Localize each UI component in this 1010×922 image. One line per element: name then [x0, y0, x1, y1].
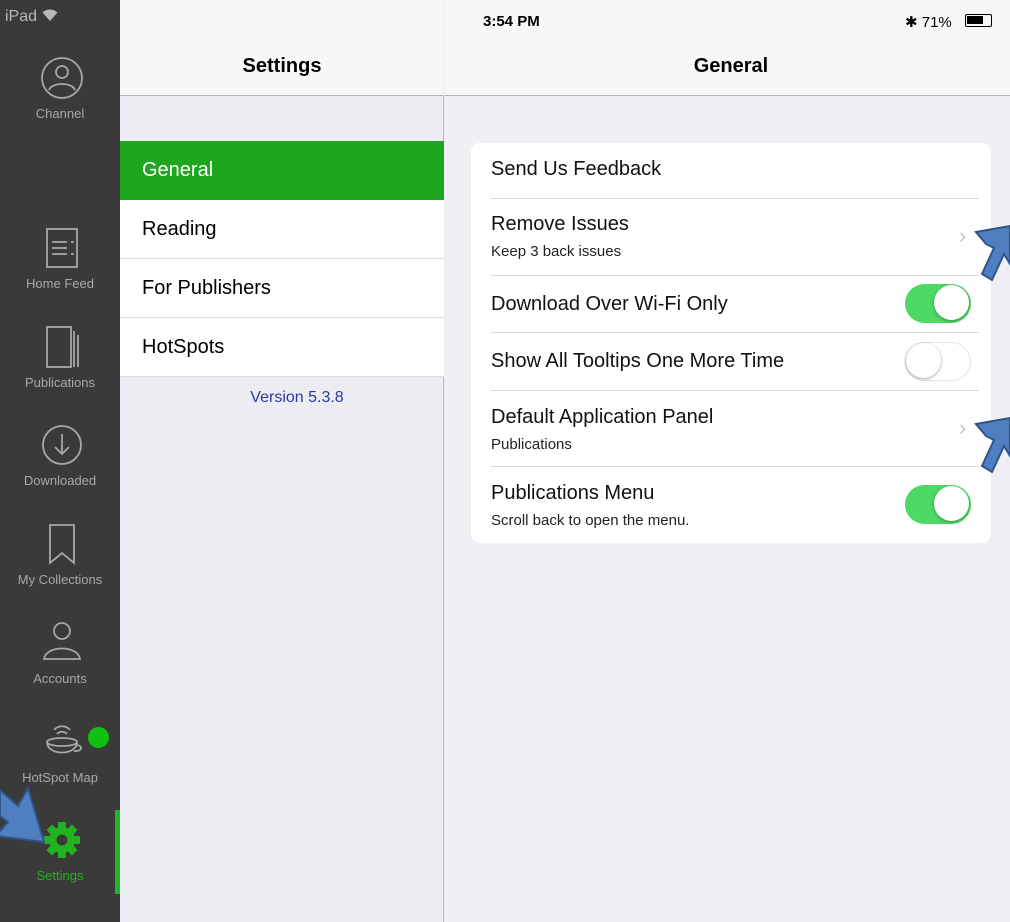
rail-label-downloaded: Downloaded [23, 473, 97, 488]
rail-item-publications[interactable]: Publications [0, 325, 120, 423]
rail-item-downloaded[interactable]: Downloaded [0, 423, 120, 521]
publications-icon [46, 326, 79, 368]
row-subtitle: Keep 3 back issues [491, 243, 622, 260]
rail-item-channel[interactable]: Channel [0, 56, 120, 154]
status-bar: iPad 3:54 PM ✱ 71% [0, 0, 1010, 36]
settings-menu: General Reading For Publishers HotSpots [120, 141, 444, 377]
toggle-knob [906, 343, 941, 378]
tooltips-toggle[interactable] [905, 342, 971, 381]
person-circle-icon [41, 57, 83, 99]
rail-label-publications: Publications [24, 375, 96, 390]
rail-label-channel: Channel [35, 106, 85, 121]
rail-label-accounts: Accounts [33, 671, 87, 686]
chevron-right-icon: › [959, 223, 967, 248]
annotation-arrow-settings [0, 785, 46, 844]
rail-item-accounts[interactable]: Accounts [0, 621, 120, 719]
row-subtitle: Scroll back to open the menu. [491, 512, 690, 529]
toggle-knob [934, 486, 969, 521]
row-subtitle: Publications [491, 436, 572, 453]
hotspot-cup-icon [46, 725, 82, 754]
detail-title: General [693, 55, 769, 77]
wifi-icon [42, 9, 58, 21]
device-name: iPad [5, 8, 38, 25]
menu-item-reading[interactable]: Reading [120, 200, 444, 259]
download-icon [42, 425, 82, 465]
wifi-only-toggle[interactable] [905, 284, 971, 323]
status-device: iPad [5, 8, 59, 26]
status-right: ✱ 71% [905, 13, 952, 31]
annotation-arrow-remove-issues [974, 224, 1010, 282]
version-label: Version 5.3.8 [250, 389, 344, 406]
rail-label-settings: Settings [36, 868, 84, 883]
row-show-tooltips: Show All Tooltips One More Time [471, 333, 991, 391]
row-publications-menu: Publications Menu Scroll back to open th… [471, 467, 991, 543]
row-send-feedback[interactable]: Send Us Feedback [471, 143, 991, 199]
menu-item-general[interactable]: General [120, 141, 444, 200]
menu-item-for-publishers[interactable]: For Publishers [120, 259, 444, 318]
bookmark-icon [49, 524, 75, 565]
battery-icon [965, 14, 992, 27]
row-remove-issues[interactable]: Remove Issues Keep 3 back issues › [471, 199, 991, 276]
row-title: Remove Issues [491, 213, 629, 235]
rail-label-my-collections: My Collections [17, 572, 103, 587]
annotation-arrow-default-panel [974, 416, 1010, 474]
toggle-knob [934, 285, 969, 320]
row-title: Download Over Wi-Fi Only [491, 293, 728, 315]
row-download-wifi-only: Download Over Wi-Fi Only [471, 276, 991, 333]
general-detail-pane: General Send Us Feedback Remove Issues K… [445, 0, 1010, 922]
rail-item-my-collections[interactable]: My Collections [0, 522, 120, 620]
settings-master-pane: Settings General Reading For Publishers … [120, 0, 444, 922]
rail-label-home-feed: Home Feed [26, 276, 94, 291]
row-title: Send Us Feedback [491, 158, 662, 180]
status-time: 3:54 PM [483, 13, 540, 30]
row-title: Publications Menu [491, 482, 655, 504]
hotspot-notification-dot [88, 727, 109, 748]
row-title: Default Application Panel [491, 406, 714, 428]
bluetooth-icon: ✱ [905, 14, 918, 31]
publications-menu-toggle[interactable] [905, 485, 971, 524]
chevron-right-icon: › [959, 415, 967, 440]
person-icon [42, 622, 82, 660]
rail-item-home-feed[interactable]: Home Feed [0, 226, 120, 324]
row-title: Show All Tooltips One More Time [491, 350, 785, 372]
menu-item-hotspots[interactable]: HotSpots [120, 318, 444, 377]
battery-fill [967, 16, 983, 24]
row-default-app-panel[interactable]: Default Application Panel Publications › [471, 391, 991, 467]
feed-icon [46, 228, 78, 268]
master-title: Settings [242, 55, 322, 77]
battery-percent: 71% [921, 14, 952, 31]
general-settings-group: Send Us Feedback Remove Issues Keep 3 ba… [471, 143, 991, 543]
